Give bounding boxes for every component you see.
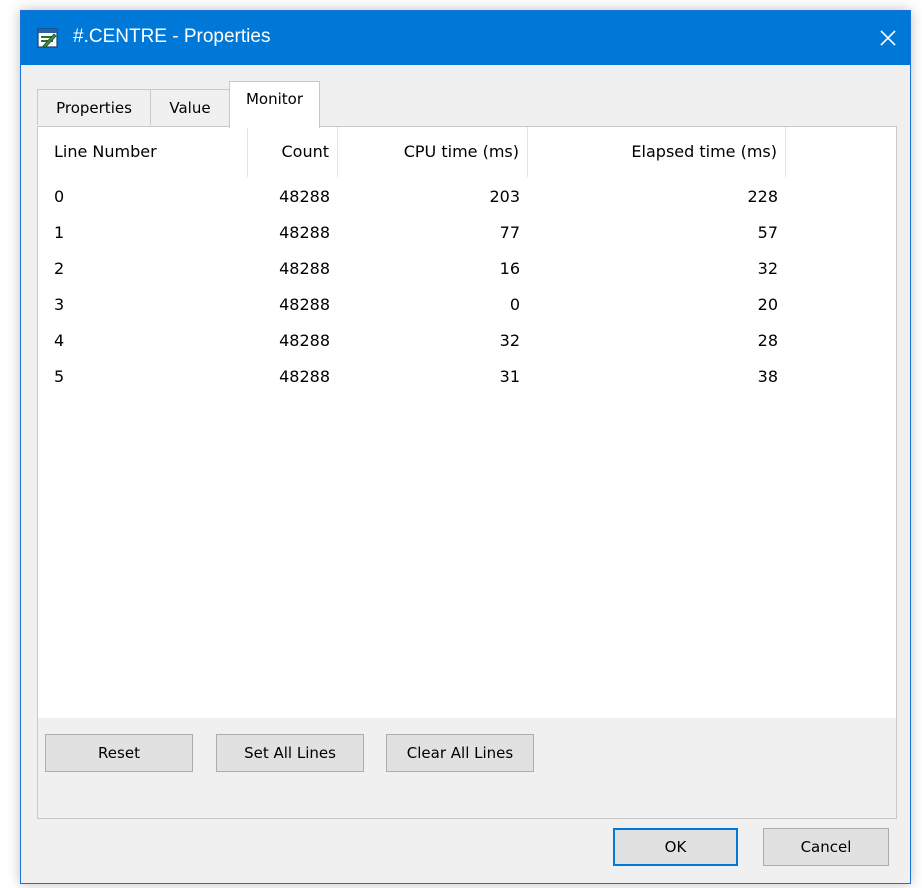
cell-line-number: 0 bbox=[54, 187, 65, 206]
cell-cpu-time: 32 bbox=[499, 331, 520, 350]
column-header-elapsed-time[interactable]: Elapsed time (ms) bbox=[528, 127, 786, 177]
cell-line-number: 1 bbox=[54, 223, 65, 242]
cell-count: 48288 bbox=[279, 223, 330, 242]
clear-all-lines-button[interactable]: Clear All Lines bbox=[386, 734, 534, 772]
cell-elapsed-time: 20 bbox=[757, 295, 778, 314]
list-body: 0 48288 203 228 1 48288 77 57 2 48288 16… bbox=[38, 179, 896, 395]
table-row[interactable]: 5 48288 31 38 bbox=[38, 359, 896, 395]
tab-properties[interactable]: Properties bbox=[37, 89, 151, 125]
cell-elapsed-time: 28 bbox=[757, 331, 778, 350]
set-all-lines-button[interactable]: Set All Lines bbox=[216, 734, 364, 772]
table-row[interactable]: 3 48288 0 20 bbox=[38, 287, 896, 323]
table-row[interactable]: 1 48288 77 57 bbox=[38, 215, 896, 251]
table-row[interactable]: 2 48288 16 32 bbox=[38, 251, 896, 287]
cell-line-number: 5 bbox=[54, 367, 65, 386]
close-icon bbox=[880, 30, 896, 46]
column-header-count[interactable]: Count bbox=[248, 127, 338, 177]
monitor-button-bar: Reset Set All Lines Clear All Lines bbox=[38, 718, 896, 818]
cell-cpu-time: 31 bbox=[499, 367, 520, 386]
close-button[interactable] bbox=[866, 11, 910, 65]
properties-dialog: #.CENTRE - Properties Properties Value M… bbox=[20, 10, 911, 884]
column-header-line-number[interactable]: Line Number bbox=[38, 127, 248, 177]
cell-line-number: 4 bbox=[54, 331, 65, 350]
cell-cpu-time: 0 bbox=[509, 295, 520, 314]
cancel-button[interactable]: Cancel bbox=[763, 828, 889, 866]
cell-count: 48288 bbox=[279, 259, 330, 278]
monitor-list[interactable]: Line Number Count CPU time (ms) Elapsed … bbox=[38, 127, 896, 718]
title-bar[interactable]: #.CENTRE - Properties bbox=[21, 11, 910, 65]
tab-value[interactable]: Value bbox=[150, 89, 230, 125]
cell-count: 48288 bbox=[279, 187, 330, 206]
column-header-cpu-time[interactable]: CPU time (ms) bbox=[338, 127, 528, 177]
window-title: #.CENTRE - Properties bbox=[73, 26, 271, 47]
cell-count: 48288 bbox=[279, 295, 330, 314]
cell-elapsed-time: 38 bbox=[757, 367, 778, 386]
cell-elapsed-time: 32 bbox=[757, 259, 778, 278]
cell-line-number: 2 bbox=[54, 259, 65, 278]
ok-button[interactable]: OK bbox=[613, 828, 738, 866]
cell-cpu-time: 203 bbox=[489, 187, 520, 206]
cell-count: 48288 bbox=[279, 367, 330, 386]
cell-elapsed-time: 57 bbox=[757, 223, 778, 242]
cell-cpu-time: 77 bbox=[499, 223, 520, 242]
table-row[interactable]: 0 48288 203 228 bbox=[38, 179, 896, 215]
monitor-panel: Line Number Count CPU time (ms) Elapsed … bbox=[37, 126, 897, 819]
cell-count: 48288 bbox=[279, 331, 330, 350]
table-row[interactable]: 4 48288 32 28 bbox=[38, 323, 896, 359]
reset-button[interactable]: Reset bbox=[45, 734, 193, 772]
tab-strip: Properties Value Monitor bbox=[37, 81, 894, 128]
list-header: Line Number Count CPU time (ms) Elapsed … bbox=[38, 127, 896, 177]
cell-cpu-time: 16 bbox=[499, 259, 520, 278]
properties-window-icon bbox=[37, 27, 59, 49]
cell-elapsed-time: 228 bbox=[747, 187, 778, 206]
cell-line-number: 3 bbox=[54, 295, 65, 314]
tab-monitor[interactable]: Monitor bbox=[229, 81, 320, 128]
